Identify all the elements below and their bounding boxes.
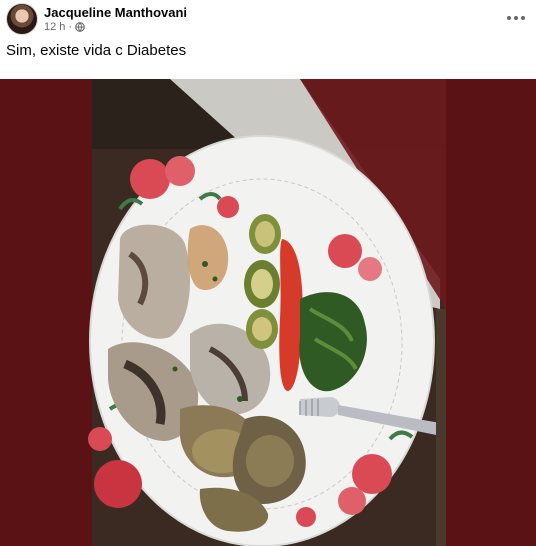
post-header: Jacqueline Manthovani 12 h · bbox=[0, 0, 536, 40]
more-options-icon[interactable] bbox=[502, 6, 530, 30]
globe-icon[interactable] bbox=[75, 22, 85, 32]
food-photo bbox=[0, 79, 536, 546]
meta-separator: · bbox=[68, 21, 73, 33]
post-text: Sim, existe vida c Diabetes bbox=[6, 42, 187, 59]
post-photo[interactable] bbox=[0, 79, 536, 546]
author-avatar[interactable] bbox=[6, 3, 38, 35]
post-meta: 12 h · bbox=[44, 21, 85, 33]
post-timestamp[interactable]: 12 h bbox=[44, 21, 65, 33]
author-name[interactable]: Jacqueline Manthovani bbox=[44, 5, 187, 20]
